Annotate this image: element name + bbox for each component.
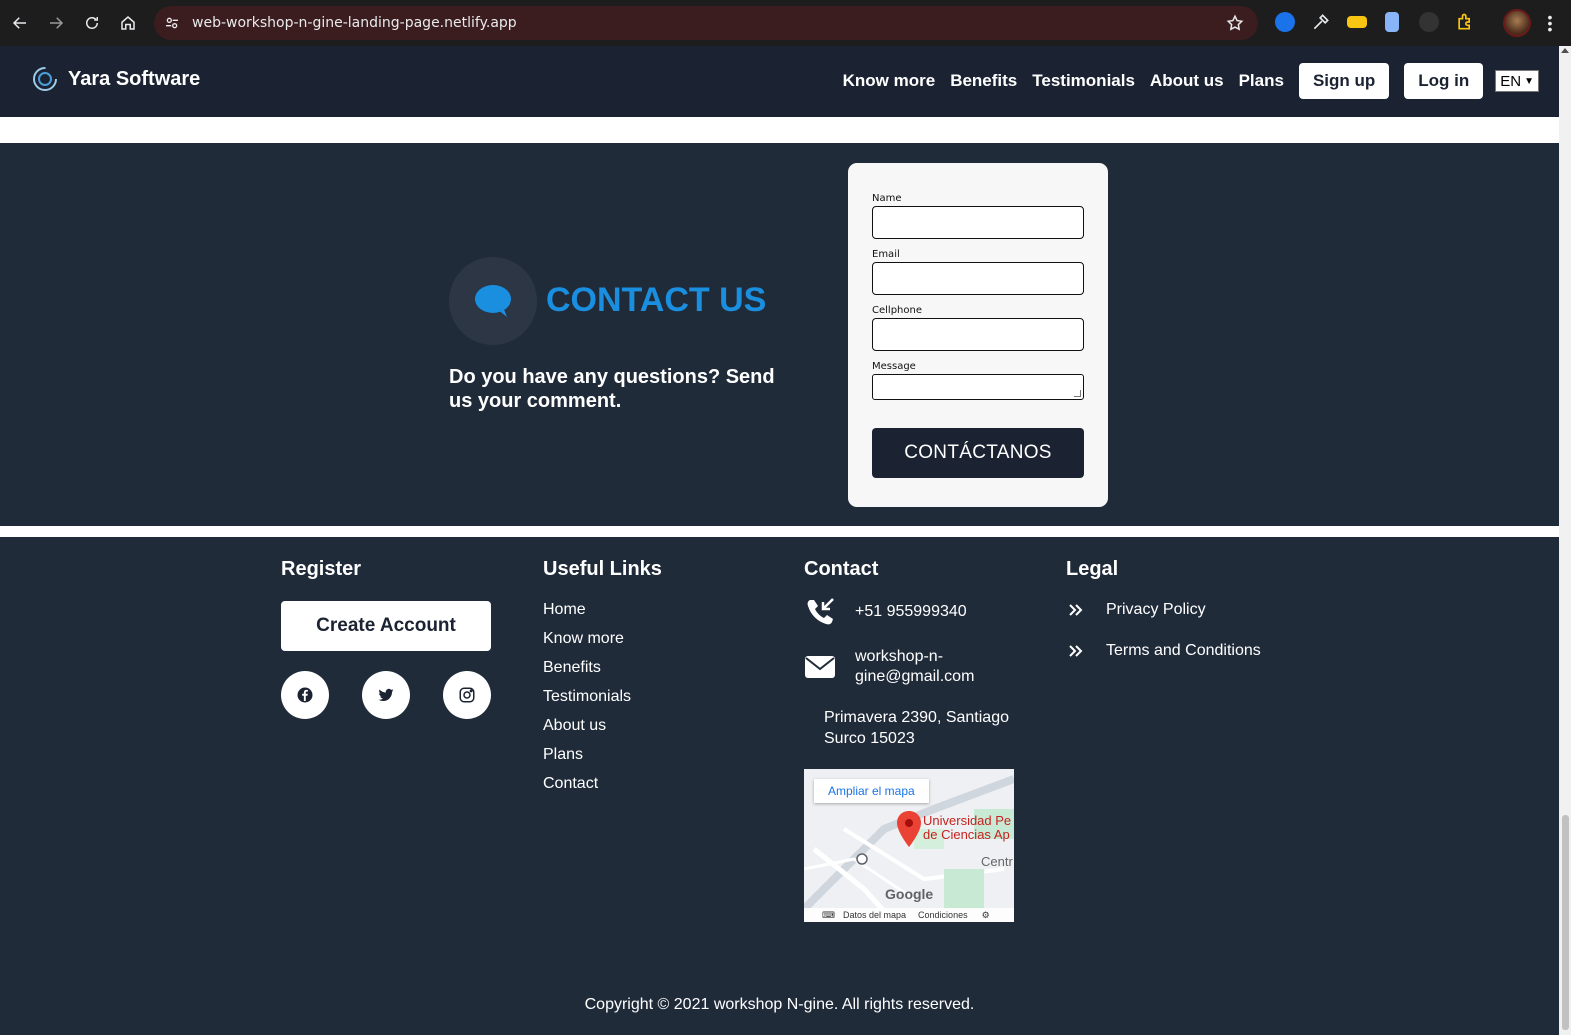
double-chevron-right-icon (1069, 604, 1083, 616)
back-icon[interactable] (2, 5, 38, 41)
profile-avatar[interactable] (1503, 9, 1531, 37)
footer-link-about-us[interactable]: About us (543, 717, 631, 746)
twitter-icon[interactable] (362, 671, 410, 719)
bookmark-star-icon[interactable] (1226, 14, 1244, 32)
map-area-label: Centr (981, 854, 1013, 869)
message-label: Message (872, 361, 916, 372)
expand-map-button[interactable]: Ampliar el mapa (814, 779, 929, 803)
sign-up-button[interactable]: Sign up (1298, 63, 1390, 99)
create-account-button[interactable]: Create Account (281, 601, 491, 651)
contact-column-title: Contact (804, 558, 879, 580)
chat-bubble-icon (449, 257, 537, 345)
contact-section: CONTACT US Do you have any questions? Se… (0, 143, 1559, 526)
map-settings-icon[interactable]: ⚙ (982, 910, 990, 921)
section-divider (0, 526, 1559, 537)
address-text: Primavera 2390, Santiago Surco 15023 (824, 709, 1009, 747)
phone-incoming-icon (807, 598, 834, 625)
email-row: workshop-n-gine@gmail.com (804, 647, 995, 687)
contact-form: Name Email Cellphone Message CONTÁCTANOS (848, 163, 1108, 507)
phone-row: +51 955999340 (804, 596, 967, 628)
facebook-icon[interactable] (281, 671, 329, 719)
email-field[interactable] (872, 262, 1084, 295)
extension-wallet-icon[interactable] (1347, 16, 1367, 28)
brand[interactable]: Yara Software (30, 64, 200, 94)
footer-link-know-more[interactable]: Know more (543, 630, 631, 659)
section-divider (0, 117, 1559, 143)
reload-icon[interactable] (74, 5, 110, 41)
double-chevron-right-icon (1069, 645, 1083, 657)
site-info-icon[interactable] (164, 15, 180, 31)
cellphone-label: Cellphone (872, 305, 922, 316)
extension-generic-icon[interactable] (1419, 12, 1439, 32)
extension-eyedropper-icon[interactable] (1311, 12, 1331, 32)
footer-link-benefits[interactable]: Benefits (543, 659, 631, 688)
scroll-up-arrow[interactable] (1561, 48, 1569, 53)
brand-name: Yara Software (68, 67, 201, 90)
site-footer: Register Create Account Useful Links Hom… (0, 537, 1559, 1035)
nav-testimonials[interactable]: Testimonials (1032, 71, 1135, 91)
cellphone-field[interactable] (872, 318, 1084, 351)
map-pin-icon (897, 811, 921, 847)
name-label: Name (872, 193, 902, 204)
home-icon[interactable] (110, 5, 146, 41)
email-label: Email (872, 249, 900, 260)
useful-links-list: Home Know more Benefits Testimonials Abo… (543, 601, 631, 804)
nav-benefits[interactable]: Benefits (950, 71, 1017, 91)
scrollbar-thumb[interactable] (1562, 815, 1569, 1030)
log-in-button[interactable]: Log in (1404, 63, 1484, 99)
language-select[interactable]: EN ▼ (1495, 70, 1539, 92)
contact-subtitle: Do you have any questions? Send us your … (449, 366, 775, 412)
message-field[interactable] (872, 374, 1084, 400)
name-field[interactable] (872, 206, 1084, 239)
extension-shazam-icon[interactable] (1275, 12, 1295, 32)
submit-button[interactable]: CONTÁCTANOS (872, 428, 1084, 478)
nav-know-more[interactable]: Know more (843, 71, 936, 91)
nav-about-us[interactable]: About us (1150, 71, 1224, 91)
mail-icon (805, 656, 835, 678)
url-text: web-workshop-n-gine-landing-page.netlify… (192, 15, 517, 31)
privacy-policy-link[interactable]: Privacy Policy (1106, 601, 1206, 619)
legal-title: Legal (1066, 558, 1119, 580)
map-place-label: Universidad Pe de Ciencias Ap (923, 813, 1012, 842)
instagram-icon[interactable] (443, 671, 491, 719)
browser-menu-icon[interactable]: • • • (1547, 10, 1553, 36)
copyright-text: Copyright © 2021 workshop N-gine. All ri… (584, 996, 975, 1013)
map-attribution: ⌨ Datos del mapa Condiciones ⚙ (804, 908, 1014, 922)
extension-docs-icon[interactable] (1385, 12, 1399, 32)
footer-link-contact[interactable]: Contact (543, 775, 631, 804)
chevron-down-icon: ▼ (1524, 75, 1534, 87)
site-header: Yara Software Know more Benefits Testimo… (0, 46, 1559, 117)
language-value: EN (1500, 72, 1522, 90)
terms-conditions-link[interactable]: Terms and Conditions (1106, 642, 1261, 660)
legal-item[interactable]: Privacy Policy (1066, 600, 1206, 620)
contact-title: CONTACT US (546, 281, 767, 319)
phone-number[interactable]: +51 955999340 (855, 602, 967, 622)
useful-links-title: Useful Links (543, 558, 662, 580)
google-logo: Google (885, 886, 934, 902)
map-data-link[interactable]: Datos del mapa (843, 910, 906, 920)
main-nav: Know more Benefits Testimonials About us… (828, 63, 1539, 99)
footer-link-plans[interactable]: Plans (543, 746, 631, 775)
footer-link-home[interactable]: Home (543, 601, 631, 630)
keyboard-icon[interactable]: ⌨ (822, 910, 835, 921)
logo-icon (33, 67, 57, 91)
email-address[interactable]: workshop-n-gine@gmail.com (855, 647, 995, 687)
legal-item[interactable]: Terms and Conditions (1066, 641, 1261, 661)
footer-link-testimonials[interactable]: Testimonials (543, 688, 631, 717)
register-title: Register (281, 558, 362, 580)
map-terms-link[interactable]: Condiciones (918, 910, 968, 920)
address-bar[interactable]: web-workshop-n-gine-landing-page.netlify… (154, 6, 1258, 40)
browser-toolbar: web-workshop-n-gine-landing-page.netlify… (0, 0, 1571, 46)
map-embed[interactable]: Ampliar el mapa Universidad Pe de Cienci… (804, 769, 1014, 922)
extensions-puzzle-icon[interactable] (1455, 12, 1475, 32)
nav-plans[interactable]: Plans (1239, 71, 1284, 91)
forward-icon[interactable] (38, 5, 74, 41)
